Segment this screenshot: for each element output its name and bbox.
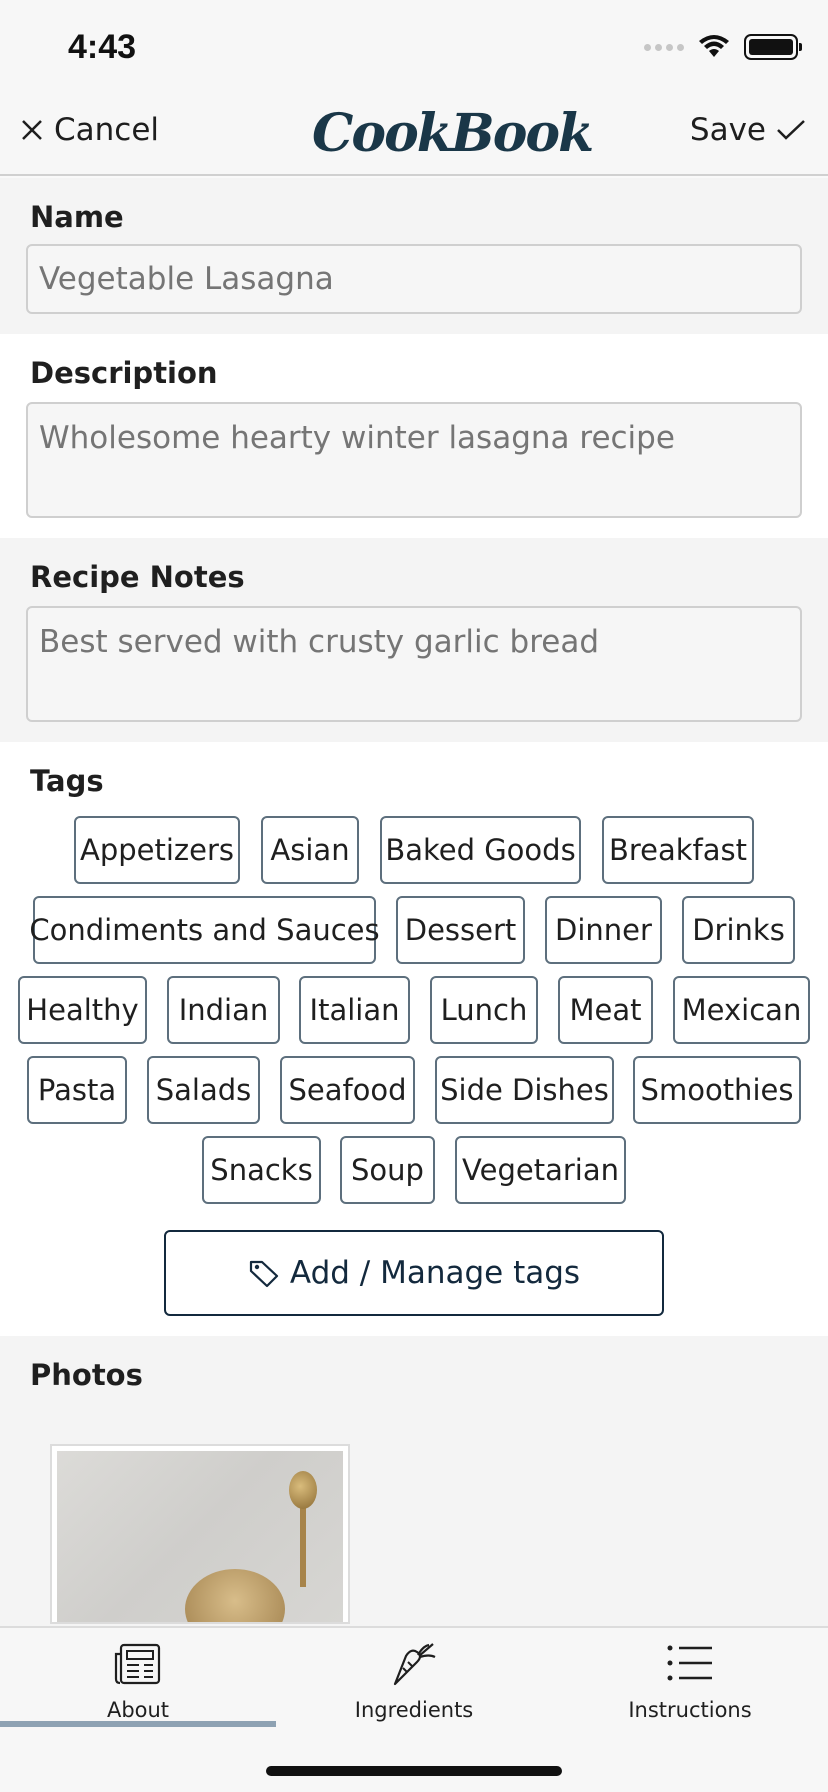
recipe-notes-label: Recipe Notes [30, 560, 245, 594]
battery-icon [744, 34, 802, 60]
tag-meat[interactable]: Meat [558, 976, 653, 1044]
recipe-notes-field[interactable] [26, 606, 802, 722]
list-icon [667, 1645, 712, 1681]
tab-instructions-label: Instructions [628, 1698, 752, 1722]
name-section: Name [0, 178, 828, 334]
description-field[interactable] [26, 402, 802, 518]
tag-snacks[interactable]: Snacks [202, 1136, 321, 1204]
home-indicator [266, 1766, 562, 1776]
tab-about[interactable]: About [0, 1628, 276, 1727]
recipe-notes-section: Recipe Notes [0, 538, 828, 742]
tags-label: Tags [30, 764, 104, 798]
status-time: 4:43 [68, 28, 137, 66]
active-tab-indicator [0, 1721, 276, 1727]
tag-indian[interactable]: Indian [167, 976, 280, 1044]
tag-smoothies[interactable]: Smoothies [633, 1056, 801, 1124]
cellular-signal-icon [644, 43, 684, 51]
recipe-photo[interactable] [50, 1444, 350, 1624]
name-label: Name [30, 200, 124, 234]
tag-baked-goods[interactable]: Baked Goods [380, 816, 581, 884]
cancel-label: Cancel [54, 112, 160, 148]
description-label: Description [30, 356, 218, 390]
tag-drinks[interactable]: Drinks [682, 896, 795, 964]
wifi-icon [699, 35, 729, 57]
tab-ingredients[interactable]: Ingredients [276, 1628, 552, 1724]
tag-salads[interactable]: Salads [147, 1056, 260, 1124]
tag-appetizers[interactable]: Appetizers [74, 816, 240, 884]
tag-vegetarian[interactable]: Vegetarian [455, 1136, 626, 1204]
newspaper-icon [114, 1643, 161, 1685]
tag-seafood[interactable]: Seafood [280, 1056, 415, 1124]
nav-bar: Cancel CookBook Save [0, 96, 828, 176]
save-label: Save [689, 112, 766, 148]
tag-soup[interactable]: Soup [340, 1136, 435, 1204]
manage-tags-button[interactable]: Add / Manage tags [164, 1230, 664, 1316]
carrot-icon [393, 1643, 436, 1686]
tag-side-dishes[interactable]: Side Dishes [435, 1056, 614, 1124]
checkmark-icon [777, 120, 805, 140]
status-bar: 4:43 [0, 0, 828, 96]
app-logo: CookBook [312, 103, 594, 164]
manage-tags-label: Add / Manage tags [289, 1255, 581, 1291]
tab-ingredients-label: Ingredients [354, 1698, 474, 1722]
tag-asian[interactable]: Asian [261, 816, 359, 884]
close-icon [22, 120, 42, 140]
save-button[interactable]: Save [690, 112, 806, 148]
tab-about-label: About [106, 1698, 170, 1722]
tag-pasta[interactable]: Pasta [27, 1056, 127, 1124]
tag-icon [249, 1260, 279, 1288]
photo-image [57, 1451, 343, 1622]
tag-italian[interactable]: Italian [299, 976, 410, 1044]
tag-condiments-and-sauces[interactable]: Condiments and Sauces [29, 896, 380, 964]
tag-mexican[interactable]: Mexican [673, 976, 810, 1044]
description-section: Description [0, 334, 828, 538]
cancel-button[interactable]: Cancel [20, 112, 159, 148]
tag-dinner[interactable]: Dinner [545, 896, 662, 964]
tag-healthy[interactable]: Healthy [18, 976, 147, 1044]
name-input[interactable] [26, 244, 802, 314]
tag-breakfast[interactable]: Breakfast [602, 816, 754, 884]
tag-lunch[interactable]: Lunch [430, 976, 538, 1044]
tag-dessert[interactable]: Dessert [396, 896, 525, 964]
status-icons [644, 34, 802, 60]
tab-instructions[interactable]: Instructions [552, 1628, 828, 1724]
photos-label: Photos [30, 1358, 143, 1392]
